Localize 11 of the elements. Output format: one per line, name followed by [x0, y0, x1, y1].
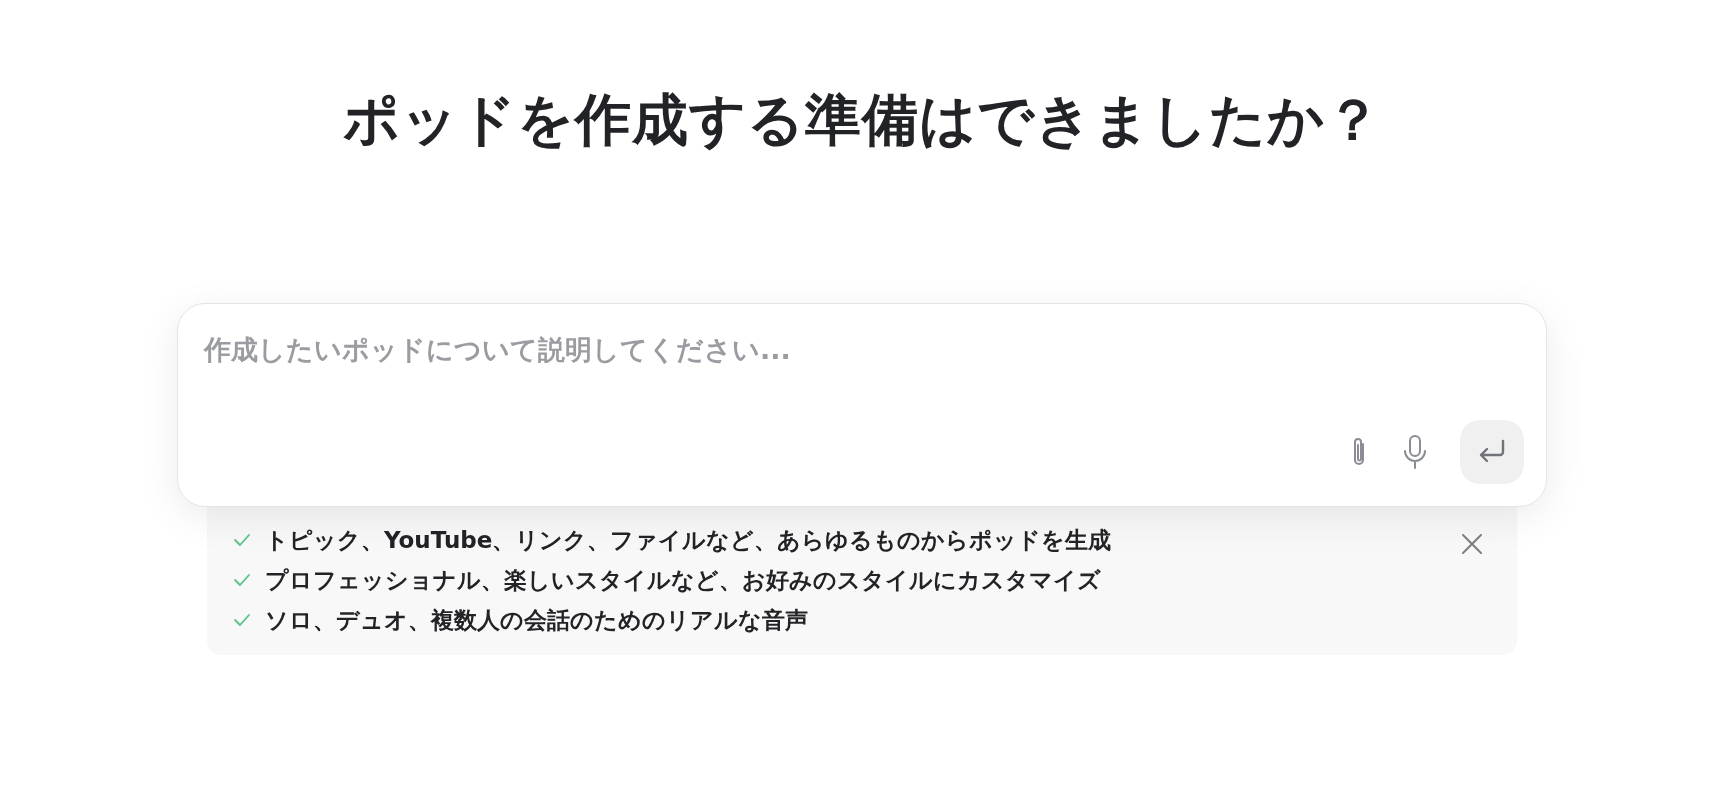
prompt-box[interactable]: 作成したいポッドについて説明してください... [177, 303, 1547, 508]
prompt-field[interactable]: 作成したいポッドについて説明してください... [202, 330, 1524, 421]
check-icon [233, 533, 251, 548]
tip-text: ソロ、デュオ、複数人の会話のためのリアルな音声 [265, 606, 808, 636]
tip-text: トピック、YouTube、リンク、ファイルなど、あらゆるものからポッドを生成 [265, 526, 1112, 556]
check-icon [233, 573, 251, 588]
page-heading: ポッドを作成する準備はできましたか？ [342, 86, 1382, 154]
tip-text: プロフェッショナル、楽しいスタイルなど、お好みのスタイルにカスタマイズ [265, 566, 1101, 596]
close-icon[interactable] [1461, 533, 1483, 556]
check-icon [233, 613, 251, 628]
submit-button[interactable] [1460, 420, 1524, 485]
